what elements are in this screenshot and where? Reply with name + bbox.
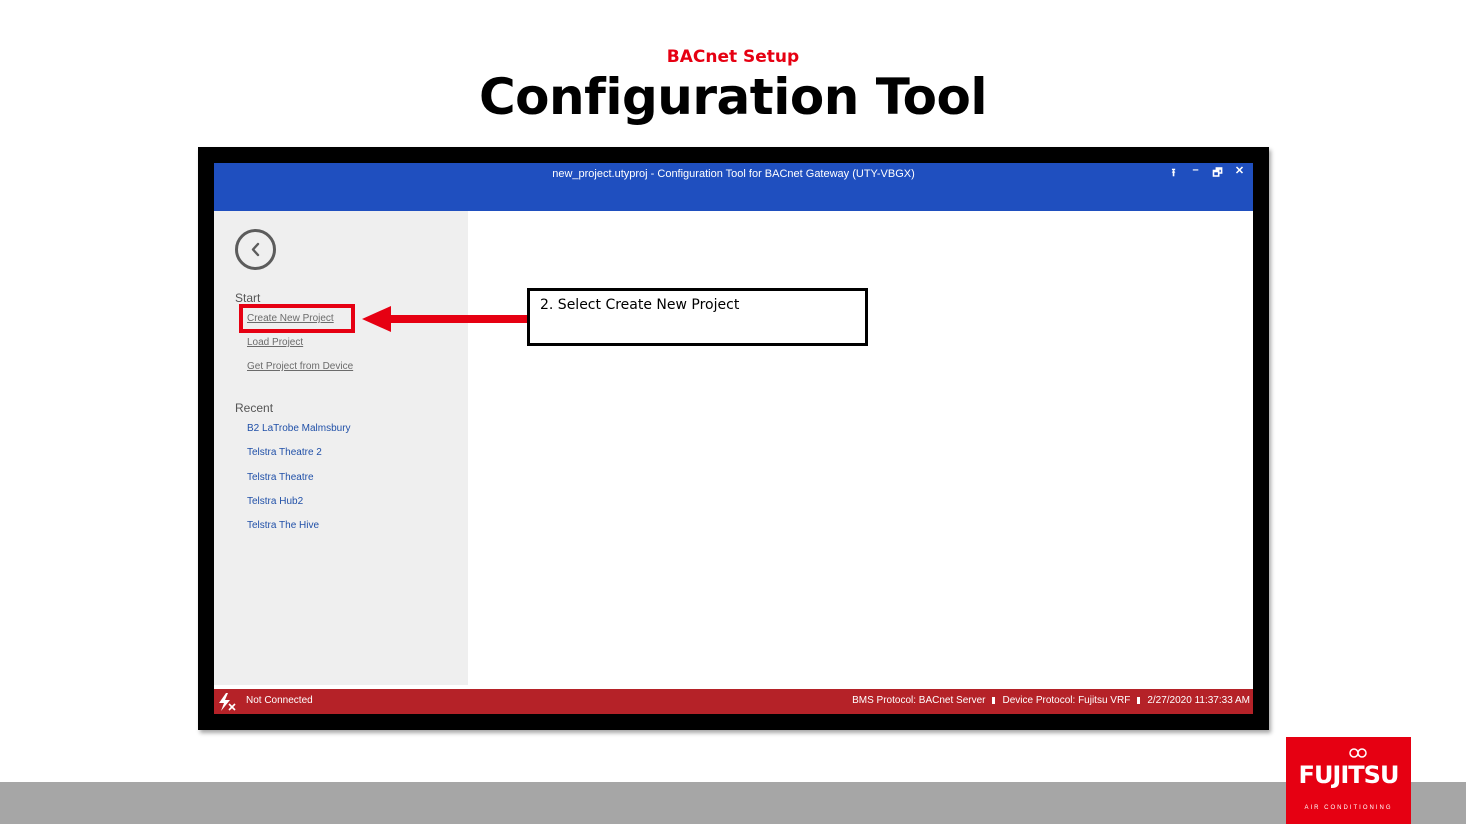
recent-heading: Recent xyxy=(235,401,274,415)
get-project-from-device-link[interactable]: Get Project from Device xyxy=(247,361,353,372)
recent-project-link[interactable]: Telstra Theatre 2 xyxy=(247,447,322,458)
callout-arrow xyxy=(362,306,529,332)
close-icon[interactable]: ✕ xyxy=(1234,164,1245,183)
bms-protocol: BMS Protocol: BACnet Server xyxy=(852,695,986,706)
connection-status: Not Connected xyxy=(246,695,313,706)
back-button[interactable] xyxy=(235,229,276,270)
app-window: new_project.utyproj - Configuration Tool… xyxy=(214,163,1253,714)
minimize-icon[interactable]: – xyxy=(1190,164,1201,183)
chevron-left-icon xyxy=(251,242,260,257)
upload-icon[interactable]: ⭱ xyxy=(1168,164,1179,183)
infinity-mark-icon xyxy=(1349,748,1367,758)
recent-project-link[interactable]: B2 LaTrobe Malmsbury xyxy=(247,423,351,434)
sidebar: Start Create New Project Load Project Ge… xyxy=(214,211,468,685)
recent-project-link[interactable]: Telstra The Hive xyxy=(247,520,319,531)
slide-subtitle: BACnet Setup xyxy=(666,47,800,67)
status-separator xyxy=(1137,696,1141,704)
slide-title: Configuration Tool xyxy=(478,68,988,126)
recent-project-link[interactable]: Telstra Hub2 xyxy=(247,496,303,507)
status-info: BMS Protocol: BACnet Server Device Protoc… xyxy=(852,695,1250,706)
start-heading: Start xyxy=(235,291,261,305)
logo-wordmark: FUJITSU xyxy=(1298,761,1400,789)
status-timestamp: 2/27/2020 11:37:33 AM xyxy=(1147,695,1250,706)
callout-text: 2. Select Create New Project xyxy=(540,297,740,313)
status-bar: Not Connected BMS Protocol: BACnet Serve… xyxy=(214,689,1253,714)
status-separator xyxy=(992,696,996,704)
logo-tagline: AIR CONDITIONING xyxy=(1304,805,1393,811)
screenshot-frame: new_project.utyproj - Configuration Tool… xyxy=(198,147,1269,730)
highlight-box xyxy=(239,304,355,333)
instruction-callout: 2. Select Create New Project xyxy=(527,288,868,346)
footer-band xyxy=(0,782,1466,824)
window-controls: ⭱ – 🗗 ✕ xyxy=(1168,164,1245,183)
disconnected-icon xyxy=(219,693,236,711)
fujitsu-logo: FUJITSU AIR CONDITIONING xyxy=(1286,737,1411,824)
device-protocol: Device Protocol: Fujitsu VRF xyxy=(1002,695,1131,706)
window-title: new_project.utyproj - Configuration Tool… xyxy=(552,168,915,180)
restore-icon[interactable]: 🗗 xyxy=(1212,164,1223,183)
window-titlebar: new_project.utyproj - Configuration Tool… xyxy=(214,163,1253,211)
recent-project-link[interactable]: Telstra Theatre xyxy=(247,472,314,483)
load-project-link[interactable]: Load Project xyxy=(247,337,303,348)
